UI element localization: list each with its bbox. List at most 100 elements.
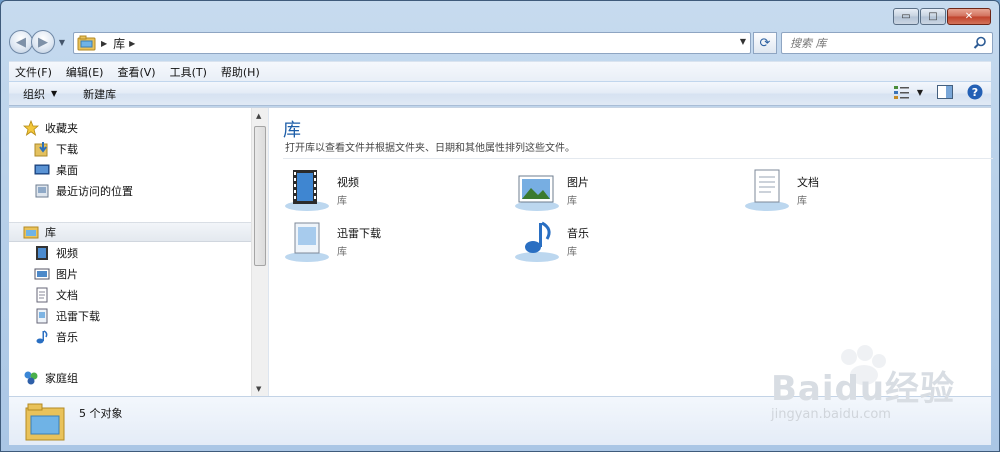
minimize-button[interactable]: ▭ xyxy=(893,8,919,25)
search-icon[interactable] xyxy=(973,36,987,50)
nav-favorites-label: 收藏夹 xyxy=(45,122,78,135)
nav-item-desktop[interactable]: 桌面 xyxy=(9,160,251,180)
help-icon[interactable]: ? xyxy=(967,84,983,100)
forward-button[interactable]: ▶ xyxy=(31,30,55,54)
scrollbar-thumb[interactable] xyxy=(254,126,266,266)
chevron-down-icon[interactable]: ▼ xyxy=(917,88,923,97)
tile-type: 库 xyxy=(567,247,577,258)
library-tile-thunder-downloads[interactable]: 迅雷下载 库 xyxy=(283,219,503,265)
download-library-icon xyxy=(285,222,329,262)
item-count: 5 个对象 xyxy=(79,407,123,420)
menu-file[interactable]: 文件(F) xyxy=(15,64,52,80)
nav-item-label: 音乐 xyxy=(56,331,78,344)
nav-item-thunder-downloads[interactable]: 迅雷下载 xyxy=(9,306,251,326)
video-icon xyxy=(36,246,48,260)
menu-edit[interactable]: 编辑(E) xyxy=(66,64,104,80)
watermark-url: jingyan.baidu.com xyxy=(771,407,891,422)
tile-name: 视频 xyxy=(337,176,359,189)
tile-type: 库 xyxy=(337,247,347,258)
tile-name: 图片 xyxy=(567,176,589,189)
command-bar: 组织 ▼ 新建库 ▼ ? xyxy=(9,82,991,106)
refresh-button[interactable]: ⟳ xyxy=(753,32,777,54)
download-library-icon xyxy=(36,308,48,324)
breadcrumb-libraries[interactable]: 库 xyxy=(113,35,125,52)
command-bar-right: ▼ ? xyxy=(893,84,983,100)
search-input[interactable] xyxy=(790,36,970,50)
minimize-icon: ▭ xyxy=(901,11,911,22)
search-box[interactable] xyxy=(781,32,993,54)
library-tile-videos[interactable]: 视频 库 xyxy=(283,168,503,214)
chevron-down-icon: ▼ xyxy=(58,37,66,47)
close-icon: ✕ xyxy=(964,11,974,22)
music-note-icon xyxy=(36,330,48,344)
recent-pages-dropdown[interactable]: ▼ xyxy=(57,38,67,47)
back-button[interactable]: ◀ xyxy=(9,30,33,54)
tile-name: 文档 xyxy=(797,176,819,189)
library-tile-music[interactable]: 音乐 库 xyxy=(513,219,733,265)
explorer-window: ▭ □ ✕ ◀ ▶ ▼ ▶ 库 ▶ ▼ ⟳ 搜索 库 文件(F) 编辑(E) 查… xyxy=(0,0,1000,452)
nav-item-label: 下载 xyxy=(56,143,78,156)
nav-item-label: 文档 xyxy=(56,289,78,302)
nav-scrollbar[interactable]: ▲ ▼ xyxy=(251,108,268,396)
tile-type: 库 xyxy=(337,196,347,207)
nav-item-pictures[interactable]: 图片 xyxy=(9,264,251,284)
tile-text: 视频 库 xyxy=(337,168,359,214)
nav-item-videos[interactable]: 视频 xyxy=(9,243,251,263)
nav-homegroup-label: 家庭组 xyxy=(45,372,78,385)
page-description: 打开库以查看文件并根据文件夹、日期和其他属性排列这些文件。 xyxy=(285,143,575,154)
breadcrumb-separator-icon[interactable]: ▶ xyxy=(129,39,135,48)
nav-item-downloads[interactable]: 下载 xyxy=(9,139,251,159)
preview-pane-icon[interactable] xyxy=(937,85,953,99)
back-arrow-icon: ◀ xyxy=(16,34,26,50)
nav-item-label: 迅雷下载 xyxy=(56,310,100,323)
nav-homegroup[interactable]: 家庭组 xyxy=(9,368,251,388)
menu-view[interactable]: 查看(V) xyxy=(117,64,155,80)
scroll-up-icon[interactable]: ▲ xyxy=(256,112,261,120)
music-library-icon xyxy=(515,221,559,262)
pane-divider[interactable] xyxy=(268,108,269,396)
caption-buttons: ▭ □ ✕ xyxy=(893,8,991,25)
nav-buttons: ◀ ▶ ▼ xyxy=(9,30,67,54)
nav-libraries-label: 库 xyxy=(45,226,56,239)
homegroup-icon xyxy=(24,371,38,385)
close-button[interactable]: ✕ xyxy=(947,8,991,25)
maximize-button[interactable]: □ xyxy=(920,8,946,25)
library-tile-documents[interactable]: 文档 库 xyxy=(743,168,963,214)
new-library-button[interactable]: 新建库 xyxy=(83,86,116,102)
pictures-library-icon xyxy=(515,175,559,211)
menu-tools[interactable]: 工具(T) xyxy=(170,64,207,80)
nav-item-recent-places[interactable]: 最近访问的位置 xyxy=(9,181,251,201)
tile-text: 图片 库 xyxy=(567,168,589,214)
library-folder-icon xyxy=(25,403,65,441)
address-row: ◀ ▶ ▼ ▶ 库 ▶ ▼ ⟳ xyxy=(9,30,993,56)
pictures-icon xyxy=(34,268,50,280)
address-bar[interactable]: ▶ 库 ▶ ▼ xyxy=(73,32,751,54)
scroll-down-icon[interactable]: ▼ xyxy=(256,385,261,393)
watermark-brand: Baidu经验 xyxy=(771,369,956,409)
navigation-pane[interactable]: 收藏夹 下载 桌面 最近访问的位置 库 视频 图片 文档 迅雷下载 音乐 家庭组 xyxy=(9,108,251,396)
organize-button[interactable]: 组织 ▼ xyxy=(23,86,57,102)
address-history-dropdown-icon[interactable]: ▼ xyxy=(740,37,746,46)
tile-text: 音乐 库 xyxy=(567,219,589,265)
nav-item-label: 图片 xyxy=(56,268,78,281)
breadcrumb-separator-icon[interactable]: ▶ xyxy=(101,39,107,48)
nav-item-documents[interactable]: 文档 xyxy=(9,285,251,305)
menu-help[interactable]: 帮助(H) xyxy=(221,64,260,80)
download-folder-icon xyxy=(34,142,48,157)
chevron-down-icon: ▼ xyxy=(51,89,58,98)
nav-favorites[interactable]: 收藏夹 xyxy=(9,118,251,138)
tile-name: 音乐 xyxy=(567,227,589,240)
refresh-icon: ⟳ xyxy=(759,35,771,51)
library-tile-pictures[interactable]: 图片 库 xyxy=(513,168,733,214)
change-view-button[interactable]: ▼ xyxy=(893,84,923,100)
tile-text: 迅雷下载 库 xyxy=(337,219,381,265)
recent-places-icon xyxy=(35,184,49,198)
nav-libraries[interactable]: 库 xyxy=(9,222,251,242)
nav-item-label: 最近访问的位置 xyxy=(56,185,133,198)
nav-item-label: 桌面 xyxy=(56,164,78,177)
nav-item-music[interactable]: 音乐 xyxy=(9,327,251,347)
tile-type: 库 xyxy=(567,196,577,207)
nav-item-label: 视频 xyxy=(56,247,78,260)
menu-bar: 文件(F) 编辑(E) 查看(V) 工具(T) 帮助(H) xyxy=(9,61,991,81)
tile-name: 迅雷下载 xyxy=(337,227,381,240)
